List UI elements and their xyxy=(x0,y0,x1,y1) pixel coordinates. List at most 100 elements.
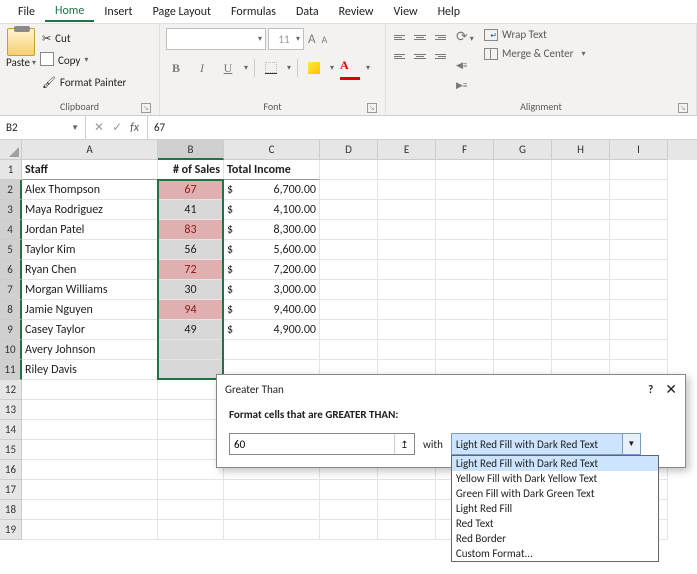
col-header-H[interactable]: H xyxy=(552,140,610,160)
cell-G7[interactable] xyxy=(494,280,552,300)
row-header[interactable]: 12 xyxy=(0,380,22,400)
cell-I4[interactable] xyxy=(610,220,668,240)
format-option[interactable]: Custom Format... xyxy=(452,546,658,561)
cell-H5[interactable] xyxy=(552,240,610,260)
cell-B8[interactable]: 94 xyxy=(158,300,224,320)
row-header[interactable]: 16 xyxy=(0,460,22,480)
menu-data[interactable]: Data xyxy=(286,3,329,21)
cell-A16[interactable] xyxy=(22,460,158,480)
cell-G10[interactable] xyxy=(494,340,552,360)
cell-D7[interactable] xyxy=(320,280,378,300)
align-center[interactable] xyxy=(411,47,429,65)
cancel-formula-button[interactable]: ✕ xyxy=(94,120,104,135)
row-header[interactable]: 7 xyxy=(0,280,22,300)
increase-font-button[interactable]: A xyxy=(306,32,318,47)
menu-file[interactable]: File xyxy=(8,3,45,21)
cell-C1[interactable]: Total Income xyxy=(224,160,320,180)
cell-D9[interactable] xyxy=(320,320,378,340)
merge-center-button[interactable]: Merge & Center▾ xyxy=(484,47,586,60)
cell-B15[interactable] xyxy=(158,440,224,460)
cell-H8[interactable] xyxy=(552,300,610,320)
select-all-corner[interactable] xyxy=(0,140,22,160)
cell-D6[interactable] xyxy=(320,260,378,280)
cell-B19[interactable] xyxy=(158,520,224,540)
menu-formulas[interactable]: Formulas xyxy=(221,3,286,21)
cell-I6[interactable] xyxy=(610,260,668,280)
cell-A1[interactable]: Staff xyxy=(22,160,158,180)
cell-F1[interactable] xyxy=(436,160,494,180)
cell-G9[interactable] xyxy=(494,320,552,340)
format-painter-button[interactable]: Format Painter xyxy=(40,72,128,92)
cell-B1[interactable]: # of Sales xyxy=(158,160,224,180)
paste-button[interactable]: Paste▾ xyxy=(6,28,36,69)
cell-H4[interactable] xyxy=(552,220,610,240)
col-header-I[interactable]: I xyxy=(610,140,668,160)
cell-I2[interactable] xyxy=(610,180,668,200)
increase-indent-button[interactable]: ▶≡ xyxy=(456,77,476,93)
col-header-A[interactable]: A xyxy=(22,140,158,160)
italic-button[interactable]: I xyxy=(192,58,212,78)
cell-I3[interactable] xyxy=(610,200,668,220)
cell-B4[interactable]: 83 xyxy=(158,220,224,240)
cell-A12[interactable] xyxy=(22,380,158,400)
cell-B6[interactable]: 72 xyxy=(158,260,224,280)
cell-C5[interactable]: $5,600.00 xyxy=(224,240,320,260)
align-left[interactable] xyxy=(392,47,410,65)
cell-D3[interactable] xyxy=(320,200,378,220)
cell-F8[interactable] xyxy=(436,300,494,320)
cell-F5[interactable] xyxy=(436,240,494,260)
row-header[interactable]: 10 xyxy=(0,340,22,360)
cell-I7[interactable] xyxy=(610,280,668,300)
row-header[interactable]: 19 xyxy=(0,520,22,540)
cell-C6[interactable]: $7,200.00 xyxy=(224,260,320,280)
cell-E5[interactable] xyxy=(378,240,436,260)
cell-H2[interactable] xyxy=(552,180,610,200)
cell-F3[interactable] xyxy=(436,200,494,220)
cell-A14[interactable] xyxy=(22,420,158,440)
row-header[interactable]: 15 xyxy=(0,440,22,460)
row-header[interactable]: 17 xyxy=(0,480,22,500)
cell-F10[interactable] xyxy=(436,340,494,360)
row-header[interactable]: 1 xyxy=(0,160,22,180)
cell-G4[interactable] xyxy=(494,220,552,240)
cell-E3[interactable] xyxy=(378,200,436,220)
cell-A7[interactable]: Morgan Williams xyxy=(22,280,158,300)
fill-color-button[interactable] xyxy=(304,58,324,78)
cell-E10[interactable] xyxy=(378,340,436,360)
cell-D17[interactable] xyxy=(320,480,378,500)
name-box[interactable]: B2▼ xyxy=(0,116,86,139)
cell-G3[interactable] xyxy=(494,200,552,220)
clipboard-launcher[interactable]: ↘ xyxy=(141,103,151,113)
cell-D1[interactable] xyxy=(320,160,378,180)
cell-B17[interactable] xyxy=(158,480,224,500)
cell-A9[interactable]: Casey Taylor xyxy=(22,320,158,340)
cell-G5[interactable] xyxy=(494,240,552,260)
cell-A8[interactable]: Jamie Nguyen xyxy=(22,300,158,320)
menu-view[interactable]: View xyxy=(384,3,428,21)
format-option[interactable]: Green Fill with Dark Green Text xyxy=(452,486,658,501)
format-option[interactable]: Light Red Fill with Dark Red Text xyxy=(452,456,658,471)
cell-C8[interactable]: $9,400.00 xyxy=(224,300,320,320)
row-header[interactable]: 5 xyxy=(0,240,22,260)
format-option[interactable]: Red Text xyxy=(452,516,658,531)
cell-E1[interactable] xyxy=(378,160,436,180)
cell-D5[interactable] xyxy=(320,240,378,260)
orientation-button[interactable]: ⟳▾ xyxy=(456,28,476,45)
cell-A15[interactable] xyxy=(22,440,158,460)
bold-button[interactable]: B xyxy=(166,58,186,78)
cell-C18[interactable] xyxy=(224,500,320,520)
cell-D4[interactable] xyxy=(320,220,378,240)
cell-C10[interactable] xyxy=(224,340,320,360)
col-header-F[interactable]: F xyxy=(436,140,494,160)
cell-C17[interactable] xyxy=(224,480,320,500)
cell-H6[interactable] xyxy=(552,260,610,280)
row-header[interactable]: 4 xyxy=(0,220,22,240)
font-color-button[interactable]: A xyxy=(340,58,360,78)
cell-A4[interactable]: Jordan Patel xyxy=(22,220,158,240)
cell-I9[interactable] xyxy=(610,320,668,340)
fx-button[interactable]: fx xyxy=(130,121,139,135)
col-header-G[interactable]: G xyxy=(494,140,552,160)
cut-button[interactable]: Cut xyxy=(40,28,128,48)
format-option[interactable]: Yellow Fill with Dark Yellow Text xyxy=(452,471,658,486)
cell-E9[interactable] xyxy=(378,320,436,340)
